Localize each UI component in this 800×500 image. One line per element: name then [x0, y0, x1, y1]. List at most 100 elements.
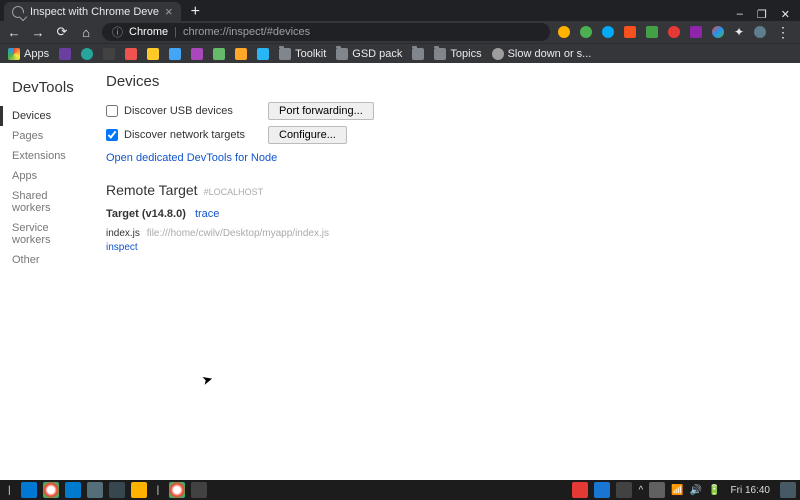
folder-icon [279, 48, 291, 60]
nav-forward-icon[interactable]: → [30, 25, 46, 40]
nav-reload-icon[interactable]: ⟳ [54, 24, 70, 40]
tray-network-icon[interactable]: 📶 [671, 485, 683, 496]
node-devtools-link[interactable]: Open dedicated DevTools for Node [106, 152, 277, 164]
bookmark-folder[interactable] [412, 48, 424, 60]
taskbar-terminal-icon[interactable] [191, 482, 207, 498]
tray-icon[interactable] [616, 482, 632, 498]
page-content: DevTools Devices Pages Extensions Apps S… [0, 63, 800, 480]
window-close-icon[interactable]: ✕ [781, 8, 790, 21]
extension-icon[interactable] [712, 26, 724, 38]
tray-volume-icon[interactable]: 🔊 [690, 485, 702, 496]
bookmark-icon[interactable] [169, 48, 181, 60]
tray-battery-icon[interactable]: 🔋 [708, 485, 720, 496]
extension-icon[interactable] [646, 26, 658, 38]
tab-close-icon[interactable]: × [165, 4, 173, 19]
profile-avatar[interactable] [754, 26, 766, 38]
tray-icon[interactable] [572, 482, 588, 498]
url-path: chrome://inspect/#devices [183, 26, 310, 38]
window-minimize-icon[interactable]: – [737, 8, 743, 21]
bookmark-folder[interactable]: Topics [434, 48, 481, 60]
trace-link[interactable]: trace [195, 208, 219, 220]
tab-favicon [12, 6, 24, 18]
taskbar-files-icon[interactable] [87, 482, 103, 498]
page-icon [492, 48, 504, 60]
tray-caret-icon[interactable]: ^ [638, 485, 643, 496]
extension-icon[interactable] [558, 26, 570, 38]
network-checkbox-input[interactable] [106, 129, 118, 141]
tab-title: Inspect with Chrome Deve [30, 6, 159, 18]
bookmark-icon[interactable] [59, 48, 71, 60]
bookmark-icon[interactable] [147, 48, 159, 60]
omnibox[interactable]: ⓘ Chrome | chrome://inspect/#devices [102, 23, 550, 41]
new-tab-button[interactable]: + [181, 3, 210, 21]
os-taskbar: | | ^ 📶 🔊 🔋 Fri 16:40 [0, 480, 800, 500]
extension-icon[interactable] [602, 26, 614, 38]
target-label: Target (v14.8.0) trace [106, 208, 788, 220]
extensions-area: ✦ ⋮ [558, 24, 794, 41]
tray-clipboard-icon[interactable] [649, 482, 665, 498]
tray-icon[interactable] [594, 482, 610, 498]
extension-icon[interactable] [624, 26, 636, 38]
bookmark-icon[interactable] [81, 48, 93, 60]
target-file: index.js file:///home/cwilv/Desktop/myap… [106, 228, 788, 239]
taskbar-running-chrome-icon[interactable] [169, 482, 185, 498]
file-path: file:///home/cwilv/Desktop/myapp/index.j… [147, 228, 329, 239]
browser-tab-bar: Inspect with Chrome Deve × + – ❐ ✕ [0, 0, 800, 21]
folder-icon [336, 48, 348, 60]
url-scheme: Chrome [129, 26, 168, 38]
taskbar-app-icon[interactable] [131, 482, 147, 498]
sidebar-item-apps[interactable]: Apps [0, 166, 94, 186]
nav-back-icon[interactable]: ← [6, 25, 22, 40]
taskbar-clock[interactable]: Fri 16:40 [727, 485, 774, 496]
sidebar-item-other[interactable]: Other [0, 250, 94, 270]
sidebar-item-pages[interactable]: Pages [0, 126, 94, 146]
bookmark-icon[interactable] [191, 48, 203, 60]
folder-icon [434, 48, 446, 60]
port-forwarding-button[interactable]: Port forwarding... [268, 102, 374, 120]
folder-icon [412, 48, 424, 60]
site-info-icon[interactable]: ⓘ [112, 24, 123, 40]
bookmark-icon[interactable] [257, 48, 269, 60]
bookmark-icon[interactable] [125, 48, 137, 60]
window-maximize-icon[interactable]: ❐ [757, 8, 767, 21]
usb-checkbox-input[interactable] [106, 105, 118, 117]
apps-icon [8, 48, 20, 60]
window-controls: – ❐ ✕ [737, 8, 800, 21]
bookmark-link[interactable]: Slow down or s... [492, 48, 592, 60]
sidebar-item-service-workers[interactable]: Service workers [0, 218, 94, 250]
apps-shortcut[interactable]: Apps [8, 48, 49, 60]
taskbar-show-desktop[interactable] [780, 482, 796, 498]
extension-icon[interactable] [580, 26, 592, 38]
bookmark-icon[interactable] [103, 48, 115, 60]
discover-network-checkbox[interactable]: Discover network targets [106, 129, 254, 141]
sidebar-item-devices[interactable]: Devices [0, 106, 94, 126]
remote-target-heading: Remote Target #LOCALHOST [106, 182, 788, 198]
extension-icon[interactable] [690, 26, 702, 38]
configure-button[interactable]: Configure... [268, 126, 347, 144]
extensions-menu-icon[interactable]: ✦ [734, 25, 744, 39]
sidebar-title: DevTools [0, 73, 94, 106]
inspect-link[interactable]: inspect [106, 242, 138, 253]
main-panel: Devices Discover USB devices Port forwar… [94, 63, 800, 480]
bookmark-icon[interactable] [235, 48, 247, 60]
taskbar-divider: | [153, 485, 164, 496]
file-name: index.js [106, 228, 140, 239]
address-bar: ← → ⟳ ⌂ ⓘ Chrome | chrome://inspect/#dev… [0, 21, 800, 43]
devices-heading: Devices [106, 73, 788, 90]
extension-icon[interactable] [668, 26, 680, 38]
taskbar-vscode-icon[interactable] [65, 482, 81, 498]
bookmarks-bar: Apps Toolkit GSD pack Topics Slow down o… [0, 43, 800, 63]
sidebar-item-shared-workers[interactable]: Shared workers [0, 186, 94, 218]
bookmark-folder[interactable]: GSD pack [336, 48, 402, 60]
taskbar-app-icon[interactable] [109, 482, 125, 498]
browser-menu-icon[interactable]: ⋮ [776, 24, 790, 41]
discover-usb-checkbox[interactable]: Discover USB devices [106, 105, 254, 117]
bookmark-folder[interactable]: Toolkit [279, 48, 326, 60]
taskbar-chrome-icon[interactable] [43, 482, 59, 498]
bookmark-icon[interactable] [213, 48, 225, 60]
sidebar-item-extensions[interactable]: Extensions [0, 146, 94, 166]
taskbar-app-icon[interactable] [21, 482, 37, 498]
remote-host-tag: #LOCALHOST [204, 187, 264, 197]
browser-tab[interactable]: Inspect with Chrome Deve × [4, 2, 181, 21]
nav-home-icon[interactable]: ⌂ [78, 25, 94, 40]
